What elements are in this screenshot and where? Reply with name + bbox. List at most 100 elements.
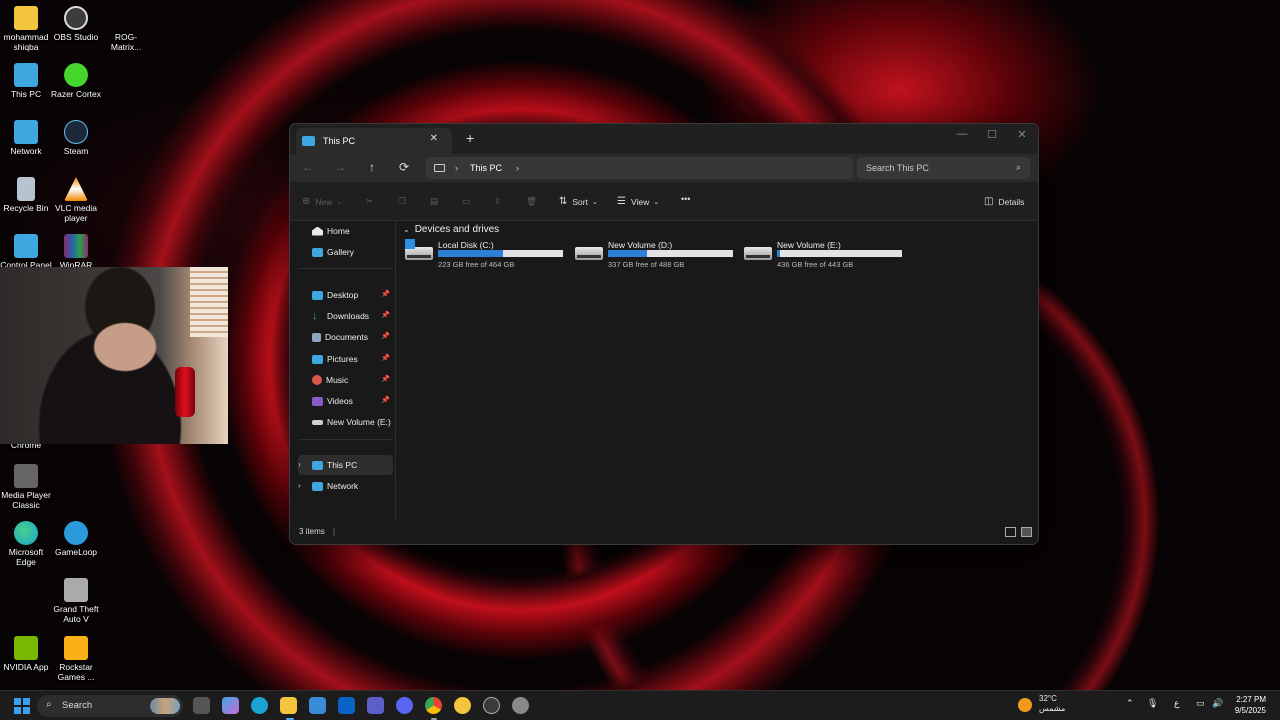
delete-icon[interactable]: 🗑 [526,196,537,207]
sidebar-item-home[interactable]: Home [298,221,393,241]
view-button[interactable]: ☰ View ⌄ [617,196,659,207]
pinned-app-icon[interactable] [454,697,471,714]
settings-gear-icon[interactable] [512,697,529,714]
desktop-icon-label: Microsoft Edge [8,547,44,567]
cut-icon[interactable]: ✂ [366,196,373,207]
chrome-icon[interactable] [425,697,442,714]
copy-icon[interactable]: ❐ [398,196,406,207]
sort-button[interactable]: ⇅ Sort ⌄ [559,196,598,207]
network-icon [14,120,38,144]
volume-icon[interactable]: 🔊 [1212,698,1223,709]
desktop-icon-edge[interactable]: Microsoft Edge [0,521,52,567]
desktop-icon-rog-matrix[interactable]: ROG-Matrix... [100,6,152,52]
sidebar-item-new-volume-e[interactable]: New Volume (E:) [298,412,393,432]
rename-icon[interactable]: ▭ [462,196,470,207]
sidebar-item-desktop[interactable]: Desktop 📌 [298,285,393,305]
close-tab-icon[interactable]: ✕ [430,133,438,144]
discord-icon[interactable] [396,697,413,714]
weather-widget[interactable]: 32°C مشمس [1039,694,1065,714]
refresh-button[interactable]: ⟳ [395,160,413,174]
taskbar-search[interactable]: ⌕ Search [37,695,183,717]
desktop-icon-obs[interactable]: OBS Studio [50,6,102,42]
desktop-icon-gameloop[interactable]: GameLoop [50,521,102,557]
chevron-right-icon[interactable]: › [298,460,301,469]
desktop-icon-user-folder[interactable]: mohammad shiqba [0,6,52,52]
desktop-icon-winrar[interactable]: WinRAR [50,234,102,270]
desktop-icon-gta-v[interactable]: Grand Theft Auto V [50,578,102,624]
desktop-icon-media-player-classic[interactable]: Media Player Classic [0,464,52,510]
sidebar-item-gallery[interactable]: Gallery [298,242,393,262]
chevron-right-icon[interactable]: › [516,163,519,173]
desktop-icon-razer-cortex[interactable]: Razer Cortex [50,63,102,99]
search-input[interactable]: Search This PC ⌕ [857,157,1030,179]
sidebar-item-this-pc[interactable]: › This PC [298,455,393,475]
navigation-pane: Home Gallery Desktop 📌 ↓ Downloads 📌 Doc… [290,221,396,521]
large-icons-view-icon[interactable] [1021,527,1032,537]
details-view-icon[interactable] [1005,527,1016,537]
clock[interactable]: 2:27 PM 9/5/2025 [1235,694,1266,716]
desktop-icon-this-pc[interactable]: This PC [0,63,52,99]
pin-icon[interactable]: 📌 [381,375,390,383]
store-icon[interactable] [309,697,326,714]
tab-this-pc[interactable]: This PC ✕ [296,128,452,154]
chevron-right-icon[interactable]: › [455,163,458,173]
pin-icon[interactable]: 📌 [381,396,390,404]
desktop-icon-network[interactable]: Network [0,120,52,156]
maximize-button[interactable]: ☐ [977,128,1007,141]
obs-icon[interactable] [483,697,500,714]
sort-label: Sort [572,196,588,207]
desktop-icon-rockstar-games[interactable]: Rockstar Games ... [50,636,102,682]
new-tab-button[interactable]: + [466,130,474,146]
paste-icon[interactable]: ▤ [430,196,438,207]
desktop-icon-vlc[interactable]: VLC media player [50,177,102,223]
teams-icon[interactable] [367,697,384,714]
pin-icon[interactable]: 📌 [381,332,390,340]
file-explorer-icon[interactable] [280,697,297,714]
network-wifi-icon[interactable]: ▭ [1196,698,1205,709]
sidebar-item-videos[interactable]: Videos 📌 [298,391,393,411]
desktop-icon-nvidia-app[interactable]: NVIDIA App [0,636,52,672]
chevron-right-icon[interactable]: › [298,481,301,490]
up-button[interactable]: ↑ [363,160,381,174]
webcam-overlay [0,267,228,444]
devices-and-drives-header[interactable]: ⌄ Devices and drives [403,224,499,235]
back-button[interactable]: ← [299,160,317,174]
details-button[interactable]: ◫ Details [984,196,1024,207]
minimize-button[interactable]: — [947,128,977,140]
desktop-icon-steam[interactable]: Steam [50,120,102,156]
forward-button[interactable]: → [331,160,349,174]
chevron-up-icon[interactable]: ⌃ [1126,698,1134,709]
edge-icon[interactable] [251,697,268,714]
drive-local-disk-c[interactable]: Local Disk (C:) 223 GB free of 464 GB [403,238,568,269]
desktop-icon-label: ROG-Matrix... [110,32,142,52]
pin-icon[interactable]: 📌 [381,354,390,362]
sidebar-item-pictures[interactable]: Pictures 📌 [298,349,393,369]
pin-icon[interactable]: 📌 [381,311,390,319]
sidebar-item-downloads[interactable]: ↓ Downloads 📌 [298,306,393,326]
sun-weather-icon[interactable] [1018,698,1032,712]
sidebar-item-music[interactable]: Music 📌 [298,370,393,390]
share-icon[interactable]: ⇪ [494,196,501,207]
start-button[interactable] [14,698,30,714]
language-indicator[interactable]: ع [1174,698,1179,709]
close-window-button[interactable]: ✕ [1007,128,1037,141]
taskbar: ⌕ Search 32°C مشمس ⌃ 🎙 ع ▭ 🔊 2:27 PM 9/5… [0,690,1280,720]
task-view-icon[interactable] [193,697,210,714]
breadcrumb-this-pc[interactable]: This PC [470,163,502,173]
address-bar[interactable]: › This PC › [426,157,853,179]
gameloop-icon [64,521,88,545]
weather-temp: 32°C [1039,694,1057,703]
sidebar-item-documents[interactable]: Documents 📌 [298,327,393,347]
drive-free-space: 337 GB free of 488 GB [608,260,685,269]
more-options-button[interactable]: ••• [681,194,690,204]
microphone-icon[interactable]: 🎙 [1147,698,1158,709]
drive-new-volume-e[interactable]: New Volume (E:) 436 GB free of 443 GB [742,238,907,269]
new-button[interactable]: ⊕ New ⌄ [302,196,342,207]
sidebar-item-network[interactable]: › Network [298,476,393,496]
copilot-icon[interactable] [222,697,239,714]
drive-new-volume-d[interactable]: New Volume (D:) 337 GB free of 488 GB [573,238,738,269]
outlook-icon[interactable] [338,697,355,714]
pin-icon[interactable]: 📌 [381,290,390,298]
desktop-icon-control-panel[interactable]: Control Panel [0,234,52,270]
desktop-icon-recycle-bin[interactable]: Recycle Bin [0,177,52,213]
